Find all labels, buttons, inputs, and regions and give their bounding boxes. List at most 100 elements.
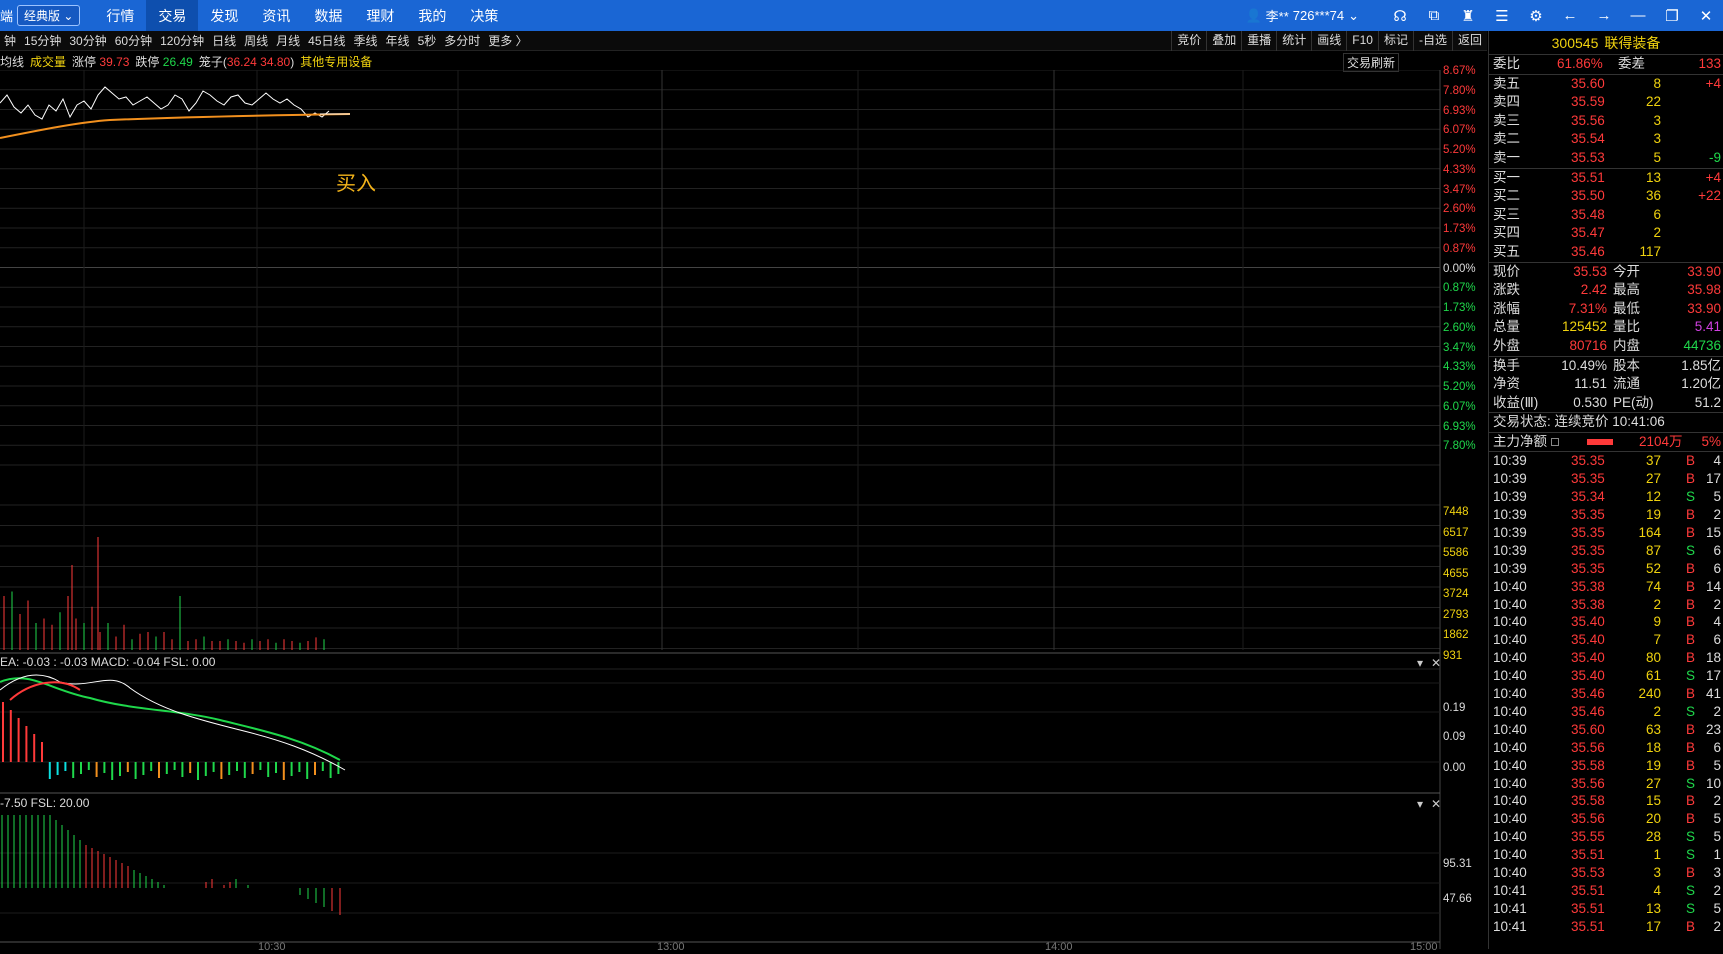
tick-direction: B [1685, 650, 1695, 666]
level-volume: 8 [1653, 75, 1661, 91]
order-level[interactable]: 买五 35.46 117 [1489, 243, 1723, 262]
level-price: 35.47 [1571, 225, 1605, 241]
maximize-icon[interactable]: ❐ [1655, 0, 1689, 31]
chart-tool-button[interactable]: 标记 [1377, 31, 1413, 51]
period-tab[interactable]: 5秒 [414, 34, 441, 48]
chart-tool-button[interactable]: 重播 [1241, 31, 1276, 51]
sector-link[interactable]: 其他专用设备 [300, 53, 372, 70]
forward-arrow-icon[interactable]: → [1587, 0, 1621, 31]
menu-item[interactable]: 数据 [302, 0, 354, 31]
minimize-icon[interactable]: — [1621, 0, 1655, 31]
intraday-chart[interactable] [0, 69, 1487, 949]
tick-count: 23 [1705, 721, 1721, 737]
chart-tool-button[interactable]: 统计 [1276, 31, 1311, 51]
order-level[interactable]: 买二 35.50 36 +22 [1489, 187, 1723, 206]
period-tab[interactable]: 更多 〉 [484, 34, 531, 48]
chart-tool-button[interactable]: 竞价 [1171, 31, 1206, 51]
period-tab[interactable]: 多分时 [440, 34, 484, 48]
menu-item[interactable]: 我的 [406, 0, 458, 31]
headset-icon[interactable]: ☊ [1383, 0, 1417, 31]
tick-volume: 18 [1645, 739, 1661, 755]
period-tab[interactable]: 周线 [240, 34, 272, 48]
back-arrow-icon[interactable]: ← [1553, 0, 1587, 31]
tick-count: 17 [1705, 668, 1721, 684]
kdj-dropdown-icon[interactable]: ▾ [1417, 797, 1423, 811]
period-tab[interactable]: 15分钟 [20, 34, 65, 48]
skin-icon[interactable]: ♜ [1451, 0, 1485, 31]
chart-tool-button[interactable]: 画线 [1311, 31, 1346, 51]
order-level[interactable]: 卖一 35.53 5 -9 [1489, 149, 1723, 168]
menu-item[interactable]: 资讯 [250, 0, 302, 31]
chart-tool-button[interactable]: F10 [1346, 31, 1378, 51]
price-axis-label: 7.80% [1443, 84, 1476, 97]
screenshot-icon[interactable]: ⧉ [1417, 0, 1451, 31]
chart-tool-button[interactable]: 叠加 [1206, 31, 1241, 51]
tick-price: 35.40 [1571, 614, 1605, 630]
menu-item[interactable]: 决策 [458, 0, 510, 31]
menu-item[interactable]: 理财 [354, 0, 406, 31]
macd-dropdown-icon[interactable]: ▾ [1417, 656, 1423, 670]
price-axis-label: 4.33% [1443, 361, 1476, 374]
level-label: 买一 [1493, 169, 1520, 185]
period-tab[interactable]: 45日线 [304, 34, 349, 48]
period-tab[interactable]: 日线 [208, 34, 240, 48]
period-tab[interactable]: 月线 [272, 34, 304, 48]
order-level[interactable]: 买一 35.51 13 +4 [1489, 169, 1723, 188]
close-icon[interactable]: ✕ [1689, 0, 1723, 31]
kdj-close-icon[interactable]: ✕ [1431, 797, 1441, 811]
tick-row: 10:40 35.56 20 B 5 [1489, 810, 1723, 828]
chart-toolbar: 钟 15分钟 30分钟 60分钟 120分钟 日线 周线 月线 45日线 季线 年线 5秒 多分时 更多 … [0, 31, 1487, 51]
order-level[interactable]: 买三 35.48 6 [1489, 206, 1723, 225]
order-level[interactable]: 卖三 35.56 3 [1489, 112, 1723, 131]
level-volume: 5 [1653, 149, 1661, 165]
order-level[interactable]: 卖五 35.60 8 +4 [1489, 75, 1723, 94]
period-tab[interactable]: 60分钟 [111, 34, 156, 48]
order-level[interactable]: 买四 35.47 2 [1489, 224, 1723, 243]
tick-price: 35.35 [1571, 542, 1605, 558]
order-level[interactable]: 卖四 35.59 22 [1489, 93, 1723, 112]
price-axis-label: 3.47% [1443, 183, 1476, 196]
price-axis-label: 3.47% [1443, 341, 1476, 354]
tick-direction: S [1685, 668, 1695, 684]
period-tab[interactable]: 120分钟 [156, 34, 208, 48]
tick-direction: B [1685, 811, 1695, 827]
menu-item[interactable]: 交易 [146, 0, 199, 31]
tick-volume: 13 [1645, 900, 1661, 916]
period-tab[interactable]: 年线 [382, 34, 414, 48]
user-icon: 👤 [1245, 7, 1262, 23]
notes-icon[interactable]: ☰ [1485, 0, 1519, 31]
time-axis-label: 13:00 [657, 941, 685, 953]
user-account[interactable]: 👤 李** 726***74 ⌄ [1245, 6, 1359, 25]
order-level[interactable]: 卖二 35.54 3 [1489, 130, 1723, 149]
price-axis-label: 0.87% [1443, 282, 1476, 295]
stock-code: 300545 [1551, 34, 1599, 51]
tick-price: 35.60 [1571, 721, 1605, 737]
period-tab[interactable]: 30分钟 [65, 34, 110, 48]
menu-item[interactable]: 行情 [94, 0, 146, 31]
tick-row: 10:41 35.51 17 B 2 [1489, 918, 1723, 936]
chart-tool-button[interactable]: -自选 [1412, 31, 1452, 51]
edition-dropdown[interactable]: 经典版 ⌄ [17, 5, 81, 26]
level-change: +22 [1698, 188, 1721, 204]
level-price: 35.60 [1571, 75, 1605, 91]
level-label: 卖二 [1493, 131, 1520, 147]
level-price: 35.46 [1571, 243, 1605, 259]
tick-volume: 3 [1653, 864, 1661, 880]
tick-volume: 80 [1645, 650, 1661, 666]
period-tab[interactable]: 钟 [0, 34, 20, 48]
tick-volume: 4 [1653, 882, 1661, 898]
tick-direction: B [1685, 739, 1695, 755]
main-flow-label: 主力净额 [1493, 433, 1547, 449]
time-axis-label: 15:00 [1410, 941, 1438, 953]
macd-close-icon[interactable]: ✕ [1431, 656, 1441, 670]
menu-item[interactable]: 发现 [198, 0, 250, 31]
settings-icon[interactable]: ⚙ [1519, 0, 1553, 31]
tick-count: 10 [1705, 775, 1721, 791]
info-icon[interactable] [1551, 437, 1559, 446]
chart-tool-button[interactable]: 返回 [1451, 31, 1487, 51]
time-axis-label: 14:00 [1045, 941, 1073, 953]
kdj-axis-label: 95.31 [1443, 858, 1472, 870]
tick-time: 10:40 [1493, 847, 1527, 863]
period-tab[interactable]: 季线 [350, 34, 382, 48]
quote-value: 125452 [1561, 319, 1607, 335]
